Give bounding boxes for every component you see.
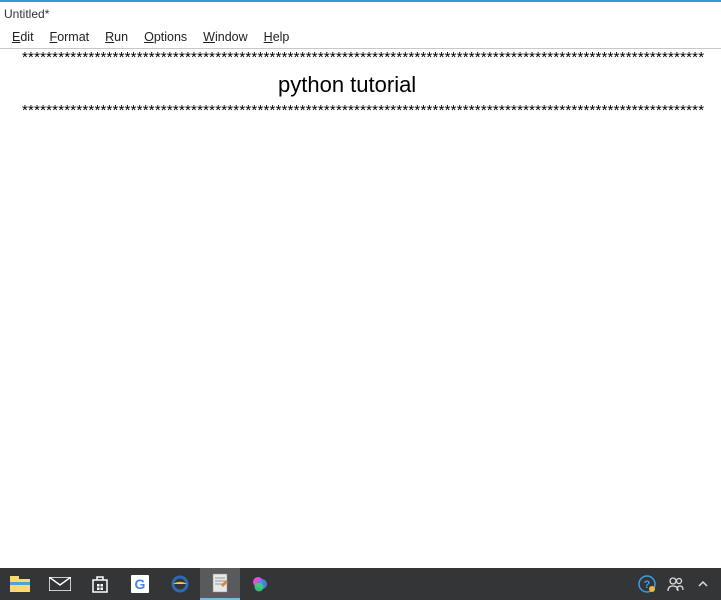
window-title: Untitled* (4, 7, 49, 21)
divider-line-top: ****************************************… (0, 49, 721, 67)
taskbar: G ? (0, 568, 721, 600)
mail-icon[interactable] (40, 568, 80, 600)
help-icon[interactable]: ? (633, 568, 661, 600)
title-bar: Untitled* (0, 0, 721, 25)
notepad-plus-icon[interactable] (200, 568, 240, 600)
file-explorer-icon[interactable] (0, 568, 40, 600)
chrome-icon[interactable]: G (120, 568, 160, 600)
menu-format[interactable]: Format (42, 28, 98, 46)
menu-bar: Edit Format Run Options Window Help (0, 25, 721, 49)
menu-run[interactable]: Run (97, 28, 136, 46)
people-icon[interactable] (661, 568, 689, 600)
paint3d-icon[interactable] (240, 568, 280, 600)
tray-chevron-icon[interactable] (689, 568, 717, 600)
document-heading: python tutorial (0, 70, 721, 100)
menu-options[interactable]: Options (136, 28, 195, 46)
store-icon[interactable] (80, 568, 120, 600)
ie-icon[interactable] (160, 568, 200, 600)
menu-help[interactable]: Help (256, 28, 298, 46)
svg-text:G: G (135, 576, 146, 592)
editor-content[interactable]: ****************************************… (0, 49, 721, 569)
menu-window[interactable]: Window (195, 28, 255, 46)
menu-edit[interactable]: Edit (4, 28, 42, 46)
divider-line-bottom: ****************************************… (0, 102, 721, 120)
